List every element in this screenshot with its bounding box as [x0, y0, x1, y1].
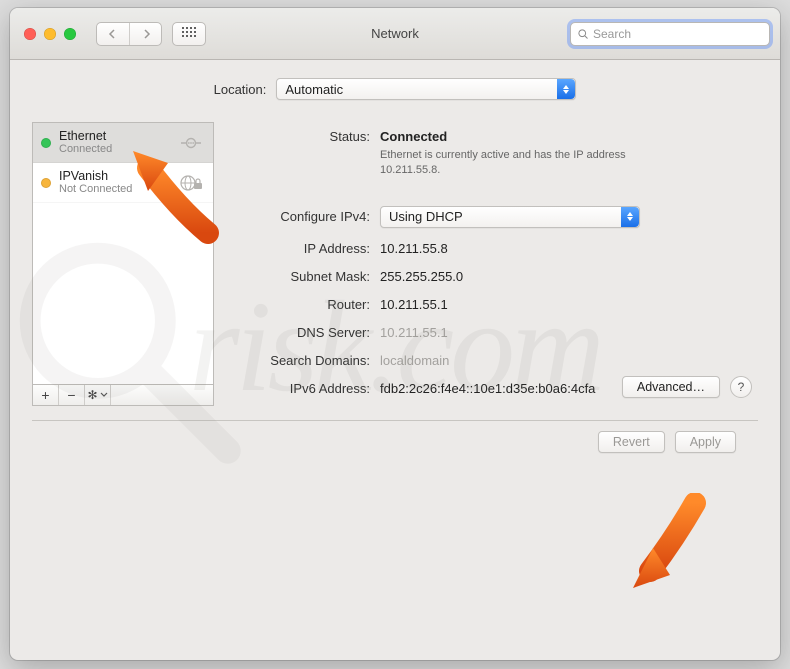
services-toolbar: + − ✻ — [32, 384, 214, 406]
chevron-down-icon — [100, 392, 108, 398]
location-row: Location: Automatic — [32, 78, 758, 100]
dns-server-value: 10.211.55.1 — [380, 322, 448, 340]
zoom-window-button[interactable] — [64, 28, 76, 40]
service-item-ethernet[interactable]: Ethernet Connected — [33, 123, 213, 163]
service-status: Not Connected — [59, 183, 132, 196]
service-name: Ethernet — [59, 129, 112, 143]
router-value: 10.211.55.1 — [380, 294, 448, 312]
titlebar: Network — [10, 8, 780, 60]
apply-button[interactable]: Apply — [675, 431, 736, 453]
status-dot-connected-icon — [41, 138, 51, 148]
search-field-wrap[interactable] — [570, 22, 770, 46]
advanced-button[interactable]: Advanced… — [622, 376, 720, 398]
services-list[interactable]: Ethernet Connected — [32, 122, 214, 384]
status-label: Status: — [234, 126, 380, 144]
router-label: Router: — [234, 294, 380, 312]
ip-address-value: 10.211.55.8 — [380, 238, 448, 256]
service-item-ipvanish[interactable]: IPVanish Not Connected — [33, 163, 213, 203]
close-window-button[interactable] — [24, 28, 36, 40]
configure-ipv4-select[interactable]: Using DHCP — [380, 206, 640, 228]
subnet-mask-label: Subnet Mask: — [234, 266, 380, 284]
revert-button[interactable]: Revert — [598, 431, 665, 453]
network-preferences-window: Network Location: Automatic — [10, 8, 780, 660]
configure-ipv4-label: Configure IPv4: — [234, 206, 380, 224]
minimize-window-button[interactable] — [44, 28, 56, 40]
service-detail: Status: Connected Ethernet is currently … — [228, 122, 758, 406]
footer-buttons: Revert Apply — [32, 420, 758, 453]
select-stepper-icon — [621, 207, 639, 227]
configure-ipv4-value: Using DHCP — [389, 209, 463, 224]
annotation-arrow-advanced — [605, 493, 725, 603]
ipv6-address-label: IPv6 Address: — [234, 378, 380, 396]
back-button[interactable] — [97, 23, 129, 45]
service-name: IPVanish — [59, 169, 132, 183]
show-all-preferences-button[interactable] — [172, 22, 206, 46]
ipv6-address-value: fdb2:2c26:f4e4::10e1:d35e:b0a6:4cfa — [380, 378, 595, 396]
dns-server-label: DNS Server: — [234, 322, 380, 340]
status-description: Ethernet is currently active and has the… — [380, 148, 680, 178]
location-label: Location: — [214, 82, 267, 97]
location-select[interactable]: Automatic — [276, 78, 576, 100]
content-area: Location: Automatic Ethernet Connected — [10, 60, 780, 469]
status-dot-not-connected-icon — [41, 178, 51, 188]
location-value: Automatic — [285, 82, 343, 97]
window-controls — [24, 28, 76, 40]
search-input[interactable] — [593, 27, 763, 41]
services-sidebar: Ethernet Connected — [32, 122, 214, 406]
search-domains-label: Search Domains: — [234, 350, 380, 368]
help-button[interactable]: ? — [730, 376, 752, 398]
subnet-mask-value: 255.255.255.0 — [380, 266, 463, 284]
status-value: Connected — [380, 126, 680, 144]
select-stepper-icon — [557, 79, 575, 99]
toolbar-spacer — [111, 385, 213, 405]
gear-icon: ✻ — [87, 388, 97, 402]
panels: Ethernet Connected — [32, 122, 758, 406]
vpn-globe-lock-icon — [177, 173, 205, 193]
forward-button[interactable] — [129, 23, 161, 45]
service-status: Connected — [59, 143, 112, 156]
ethernet-icon — [177, 133, 205, 153]
add-service-button[interactable]: + — [33, 385, 59, 405]
nav-back-forward — [96, 22, 162, 46]
remove-service-button[interactable]: − — [59, 385, 85, 405]
grid-icon — [182, 27, 196, 41]
ip-address-label: IP Address: — [234, 238, 380, 256]
search-icon — [577, 28, 589, 40]
search-domains-value: localdomain — [380, 350, 449, 368]
service-actions-menu[interactable]: ✻ — [85, 385, 111, 405]
